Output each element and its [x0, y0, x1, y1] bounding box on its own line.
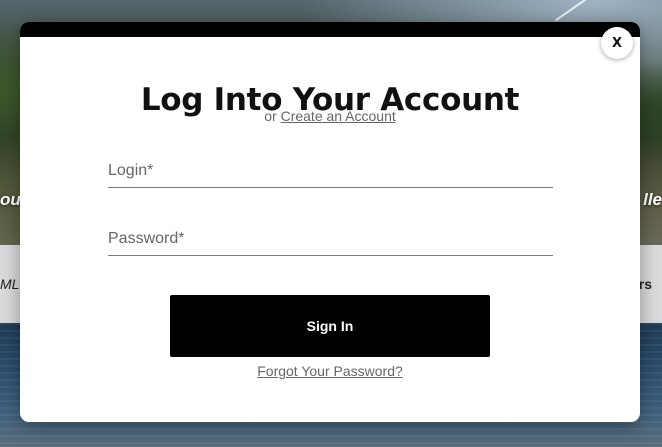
close-icon: X — [611, 35, 623, 51]
forgot-password-row: Forgot Your Password? — [20, 363, 640, 379]
close-button[interactable]: X — [601, 27, 633, 59]
password-input[interactable] — [108, 225, 553, 253]
login-input[interactable] — [108, 157, 553, 185]
create-account-link[interactable]: Create an Account — [281, 108, 396, 124]
login-field-wrapper — [108, 157, 553, 188]
sign-in-button[interactable]: Sign In — [170, 295, 490, 357]
login-modal: Log Into Your Account or Create an Accou… — [20, 22, 640, 422]
background-heading-right: lle — [643, 190, 662, 209]
background-band-label-right: rs — [638, 276, 652, 292]
password-field-wrapper — [108, 225, 553, 256]
forgot-password-link[interactable]: Forgot Your Password? — [257, 363, 403, 379]
subtitle-prefix: or — [264, 108, 277, 124]
modal-subtitle: or Create an Account — [20, 108, 640, 124]
modal-top-bar — [20, 22, 640, 37]
